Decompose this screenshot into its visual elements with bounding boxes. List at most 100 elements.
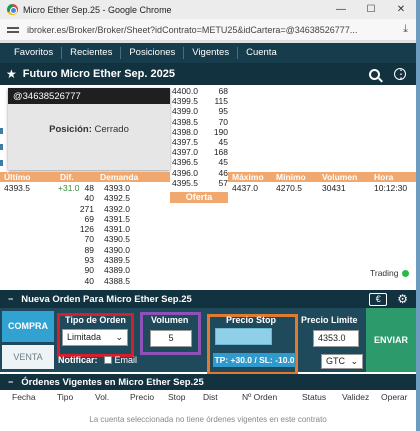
tab-cuenta[interactable]: Cuenta bbox=[238, 47, 285, 59]
offer-ladder: 4400.0 68 4399.5 115 4399.0 95 4398.5 70 439… bbox=[170, 86, 228, 188]
order-panel: COMPRA VENTA Tipo de Orden Limitada ⌄ Vo… bbox=[0, 308, 416, 375]
bid-row[interactable]: 48 4393.0 bbox=[60, 183, 130, 193]
bid-row[interactable]: 40 4388.5 bbox=[60, 276, 130, 286]
position-popover: @34638526777 Posición: Cerrado bbox=[8, 88, 170, 170]
new-order-header: − Nueva Orden Para Micro Ether Sep.25 € … bbox=[0, 290, 416, 308]
offer-row[interactable]: 4396.5 45 bbox=[170, 157, 228, 167]
offer-row[interactable]: 4399.5 115 bbox=[170, 96, 228, 106]
validity-value: GTC bbox=[326, 356, 345, 366]
sell-button[interactable]: VENTA bbox=[2, 345, 54, 369]
volume-input[interactable]: 5 bbox=[150, 330, 192, 347]
send-button[interactable]: ENVIAR bbox=[366, 308, 416, 372]
bid-row[interactable]: 40 4392.5 bbox=[60, 193, 130, 203]
notify-label: Notificar: bbox=[58, 355, 98, 365]
header-hora: Hora bbox=[374, 172, 394, 182]
bid-ladder: 48 4393.0 40 4392.5 271 4392.0 69 4391.5 126… bbox=[60, 183, 130, 286]
window-edge bbox=[416, 0, 420, 431]
site-info-icon[interactable] bbox=[7, 25, 21, 35]
stop-label: Precio Stop bbox=[226, 315, 277, 325]
maximize-icon[interactable]: ☐ bbox=[356, 4, 386, 15]
collapse-icon[interactable]: − bbox=[8, 294, 13, 304]
gear-icon[interactable]: ⚙ bbox=[397, 292, 408, 306]
address-bar: ibroker.es/Broker/Broker/Sheet?idContrat… bbox=[0, 19, 416, 41]
collapse-icon[interactable]: − bbox=[8, 377, 13, 387]
star-icon[interactable]: ★ bbox=[6, 67, 17, 81]
tab-vigentes[interactable]: Vigentes bbox=[184, 47, 239, 59]
currency-icon[interactable]: € bbox=[369, 292, 388, 306]
email-label: Email bbox=[114, 355, 138, 365]
header-ultimo: Último bbox=[4, 172, 31, 182]
offer-row[interactable]: 4398.0 190 bbox=[170, 127, 228, 137]
search-icon[interactable] bbox=[369, 68, 380, 80]
more-icon[interactable]: ⋮ bbox=[394, 68, 407, 80]
side-marks bbox=[0, 128, 3, 168]
position-label: Posición: bbox=[49, 124, 92, 135]
notify-row: Notificar: Email bbox=[58, 355, 137, 365]
new-order-title: Nueva Orden Para Micro Ether Sep.25 bbox=[21, 293, 192, 305]
browser-window: Micro Ether Sep.25 - Google Chrome — ☐ ✕… bbox=[0, 0, 420, 431]
offer-row[interactable]: 4397.5 45 bbox=[170, 137, 228, 147]
tp-sl-button[interactable]: TP: +30.0 / SL: -10.0 bbox=[213, 353, 296, 367]
buy-button[interactable]: COMPRA bbox=[2, 311, 54, 342]
order-type-label: Tipo de Orden bbox=[65, 315, 126, 325]
quote-header-right: Máximo Mínimo Volumen Hora bbox=[228, 172, 416, 182]
window-title: Micro Ether Sep.25 - Google Chrome bbox=[23, 4, 172, 15]
vigentes-header: − Órdenes Vigentes en Micro Ether Sep.25 bbox=[0, 374, 416, 390]
offer-row[interactable]: 4395.5 57 bbox=[170, 178, 228, 188]
position-value: Cerrado bbox=[94, 124, 129, 135]
bid-row[interactable]: 89 4390.0 bbox=[60, 245, 130, 255]
account-id: @34638526777 bbox=[8, 88, 170, 104]
offer-row[interactable]: 4399.0 95 bbox=[170, 106, 228, 116]
position-status: Posición: Cerrado bbox=[8, 124, 170, 135]
email-checkbox[interactable] bbox=[103, 356, 112, 364]
quote-values-left: 4393.5 bbox=[0, 183, 60, 193]
col-vol: Vol. bbox=[95, 392, 110, 402]
bid-row[interactable]: 271 4392.0 bbox=[60, 204, 130, 214]
maximo-value: 4437.0 bbox=[232, 183, 258, 193]
col-validez: Validez bbox=[342, 392, 370, 402]
col-norden: Nº Orden bbox=[242, 392, 278, 402]
bid-row[interactable]: 93 4389.5 bbox=[60, 255, 130, 265]
instrument-header: ★ Futuro Micro Ether Sep. 2025 ⋮ bbox=[0, 63, 416, 85]
download-icon[interactable]: ⤓ bbox=[403, 23, 408, 36]
offer-row[interactable]: 4397.0 168 bbox=[170, 147, 228, 157]
col-fecha: Fecha bbox=[12, 392, 36, 402]
title-bar: Micro Ether Sep.25 - Google Chrome — ☐ ✕ bbox=[0, 0, 416, 19]
bid-row[interactable]: 69 4391.5 bbox=[60, 214, 130, 224]
offer-row[interactable]: 4400.0 68 bbox=[170, 86, 228, 96]
status-dot-icon bbox=[401, 269, 409, 277]
tab-recientes[interactable]: Recientes bbox=[62, 47, 122, 59]
instrument-name: Futuro Micro Ether Sep. 2025 bbox=[22, 68, 175, 80]
bid-row[interactable]: 126 4391.0 bbox=[60, 224, 130, 234]
stop-input[interactable] bbox=[215, 328, 272, 345]
offer-row[interactable]: 4396.0 46 bbox=[170, 168, 228, 178]
trading-status: Trading bbox=[370, 268, 409, 278]
close-icon[interactable]: ✕ bbox=[386, 4, 416, 15]
header-maximo: Máximo bbox=[232, 172, 264, 182]
order-type-select[interactable]: Limitada ⌄ bbox=[62, 329, 128, 346]
vigentes-empty-message: La cuenta seleccionada no tiene órdenes … bbox=[89, 415, 327, 424]
bid-row[interactable]: 70 4390.5 bbox=[60, 234, 130, 244]
volumen-value: 30431 bbox=[322, 183, 346, 193]
limit-price-input[interactable]: 4353.0 bbox=[313, 330, 359, 347]
quote-header-left: Último Dif. Demanda bbox=[0, 172, 170, 182]
col-stop: Stop bbox=[168, 392, 186, 402]
ultimo-value: 4393.5 bbox=[4, 183, 30, 193]
bid-row[interactable]: 90 4389.0 bbox=[60, 265, 130, 275]
minimize-icon[interactable]: — bbox=[326, 4, 356, 15]
header-dif: Dif. bbox=[60, 172, 74, 182]
tab-posiciones[interactable]: Posiciones bbox=[121, 47, 185, 59]
header-minimo: Mínimo bbox=[276, 172, 306, 182]
minimo-value: 4270.5 bbox=[276, 183, 302, 193]
header-demanda: Demanda bbox=[100, 172, 139, 182]
vigentes-title: Órdenes Vigentes en Micro Ether Sep.25 bbox=[21, 376, 204, 388]
trading-label: Trading bbox=[370, 268, 399, 278]
chrome-icon bbox=[7, 4, 18, 15]
header-volumen: Volumen bbox=[322, 172, 358, 182]
chevron-down-icon: ⌄ bbox=[350, 356, 358, 366]
offer-label: Oferta bbox=[170, 192, 228, 203]
tab-favoritos[interactable]: Favoritos bbox=[6, 47, 63, 59]
validity-select[interactable]: GTC ⌄ bbox=[321, 354, 363, 369]
url-text[interactable]: ibroker.es/Broker/Broker/Sheet?idContrat… bbox=[27, 25, 387, 35]
offer-row[interactable]: 4398.5 70 bbox=[170, 117, 228, 127]
